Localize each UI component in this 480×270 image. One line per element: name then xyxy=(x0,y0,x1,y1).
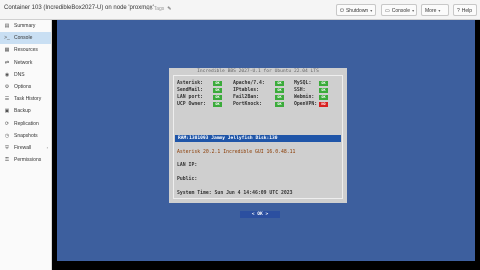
floppy-icon: ▣ xyxy=(4,108,10,115)
status-badge-error: NO xyxy=(319,102,328,107)
ok-button[interactable]: < OK > xyxy=(240,211,280,218)
status-label-sendmail: SendMail: xyxy=(177,88,203,93)
status-label-apache: Apache/7.4: xyxy=(233,81,265,86)
console-screen[interactable]: Incredible BBS 2027-U.1 for Ubuntu 22.04… xyxy=(57,20,475,261)
more-label: More xyxy=(425,8,437,14)
console-button[interactable]: ▭ Console ▾ xyxy=(381,4,417,16)
terminal-icon: >_ xyxy=(4,35,10,42)
replication-icon: ⟳ xyxy=(4,120,10,127)
sidebar-item-label: Network xyxy=(14,59,33,66)
status-badge: OK xyxy=(275,88,284,93)
sidebar-item-label: Backup xyxy=(14,108,31,115)
sidebar-item-permissions[interactable]: ⚿ Permissions xyxy=(0,154,51,166)
top-toolbar: Container 103 (IncredibleBox2027-U) on n… xyxy=(0,0,480,20)
sidebar-item-options[interactable]: ⚙ Options xyxy=(0,81,51,93)
status-label-asterisk: Asterisk: xyxy=(177,81,203,86)
status-label-ucp-owner: UCP Owner: xyxy=(177,102,206,107)
dns-icon: ◉ xyxy=(4,71,10,78)
sidebar-item-replication[interactable]: ⟳ Replication xyxy=(0,118,51,130)
status-label-webmin: Webmin: xyxy=(294,95,315,100)
shield-icon: ⛨ xyxy=(5,144,9,151)
help-button[interactable]: ? Help xyxy=(453,4,477,16)
status-label-iptables: IPtables: xyxy=(233,88,259,93)
version-line: Asterisk 20.2.1 Incredible GUI 16.0.48.1… xyxy=(177,150,296,155)
shutdown-button[interactable]: ⏻ Shutdown ▾ xyxy=(336,4,376,16)
pencil-icon[interactable]: ✎ xyxy=(167,6,171,12)
status-label-openvpn: OpenVPN: xyxy=(294,102,318,107)
status-badge: OK xyxy=(319,95,328,100)
chevron-right-icon: › xyxy=(46,145,48,151)
more-button[interactable]: More ▾ xyxy=(421,4,449,16)
sidebar-item-label: Replication xyxy=(14,120,39,127)
status-label-lan-port: LAN port: xyxy=(177,95,203,100)
resources-icon: ▦ xyxy=(4,47,10,54)
network-icon: ⇄ xyxy=(4,59,10,66)
gear-icon: ⚙ xyxy=(4,84,10,91)
sidebar-item-label: Firewall xyxy=(14,144,32,151)
summary-icon: ▤ xyxy=(4,23,10,30)
sidebar-item-dns[interactable]: ◉ DNS xyxy=(0,69,51,81)
status-label-fail2ban: Fail2Ban: xyxy=(233,95,259,100)
sidebar-item-label: Summary xyxy=(14,23,36,30)
dialog-header: Incredible BBS 2027-U.1 for Ubuntu 22.04… xyxy=(197,69,319,74)
status-badge: OK xyxy=(275,102,284,107)
system-time: System Time: Sun Jun 4 14:46:09 UTC 2023 xyxy=(177,191,293,196)
help-icon: ? xyxy=(457,8,460,14)
status-badge: OK xyxy=(275,81,284,86)
status-label-portknock: PortKnock: xyxy=(233,102,262,107)
sidebar-item-label: Options xyxy=(14,84,32,91)
status-badge: OK xyxy=(319,81,328,86)
highlight-bar: RAM:1301093 Jammy Jellyfish Disk:130 xyxy=(175,135,341,142)
lan-ip-label: LAN IP: xyxy=(177,163,198,168)
status-label-ssh: SSH: xyxy=(294,88,306,93)
chevron-down-icon: ▾ xyxy=(370,8,373,13)
sidebar-item-label: DNS xyxy=(14,71,25,78)
sidebar: ▤ Summary >_ Console ▦ Resources ⇄ Network ◉… xyxy=(0,20,52,270)
status-badge: OK xyxy=(213,81,222,86)
shutdown-label: Shutdown xyxy=(345,8,369,14)
chevron-down-icon: ▾ xyxy=(438,8,441,13)
sidebar-item-label: Snapshots xyxy=(14,132,38,139)
sidebar-item-summary[interactable]: ▤ Summary xyxy=(0,20,51,32)
sidebar-item-task-history[interactable]: ☰ Task History xyxy=(0,93,51,105)
sidebar-item-firewall[interactable]: ⛨ Firewall › xyxy=(0,142,51,154)
terminal-icon: ▭ xyxy=(385,8,390,14)
sidebar-item-console[interactable]: >_ Console xyxy=(0,32,51,45)
power-icon: ⏻ xyxy=(340,8,344,14)
console-label: Console xyxy=(391,8,411,14)
status-badge: OK xyxy=(319,88,328,93)
sidebar-item-backup[interactable]: ▣ Backup xyxy=(0,105,51,117)
sidebar-item-label: Permissions xyxy=(14,157,42,164)
history-icon: ◷ xyxy=(4,132,10,139)
page-title: Container 103 (IncredibleBox2027-U) on n… xyxy=(4,5,154,11)
status-badge: OK xyxy=(213,88,222,93)
help-label: Help xyxy=(461,8,473,14)
chevron-down-icon: ▾ xyxy=(412,8,415,13)
sidebar-item-label: Console xyxy=(14,35,33,42)
tags-area[interactable]: No Tags ✎ xyxy=(146,6,171,12)
list-icon: ☰ xyxy=(4,96,10,103)
sidebar-item-snapshots[interactable]: ◷ Snapshots xyxy=(0,130,51,142)
public-ip-label: Public: xyxy=(177,177,198,182)
sidebar-item-label: Resources xyxy=(14,47,38,54)
sidebar-item-label: Task History xyxy=(14,96,42,103)
status-badge: OK xyxy=(213,95,222,100)
sidebar-item-network[interactable]: ⇄ Network xyxy=(0,57,51,69)
status-badge: OK xyxy=(275,95,284,100)
unlock-icon: ⚿ xyxy=(5,157,9,164)
status-badge: OK xyxy=(213,102,222,107)
status-label-mysql: MySQL: xyxy=(294,81,312,86)
tags-label: No Tags xyxy=(146,6,165,12)
sidebar-item-resources[interactable]: ▦ Resources xyxy=(0,44,51,56)
status-dialog: Incredible BBS 2027-U.1 for Ubuntu 22.04… xyxy=(169,68,351,218)
console-panel: Incredible BBS 2027-U.1 for Ubuntu 22.04… xyxy=(52,20,480,270)
